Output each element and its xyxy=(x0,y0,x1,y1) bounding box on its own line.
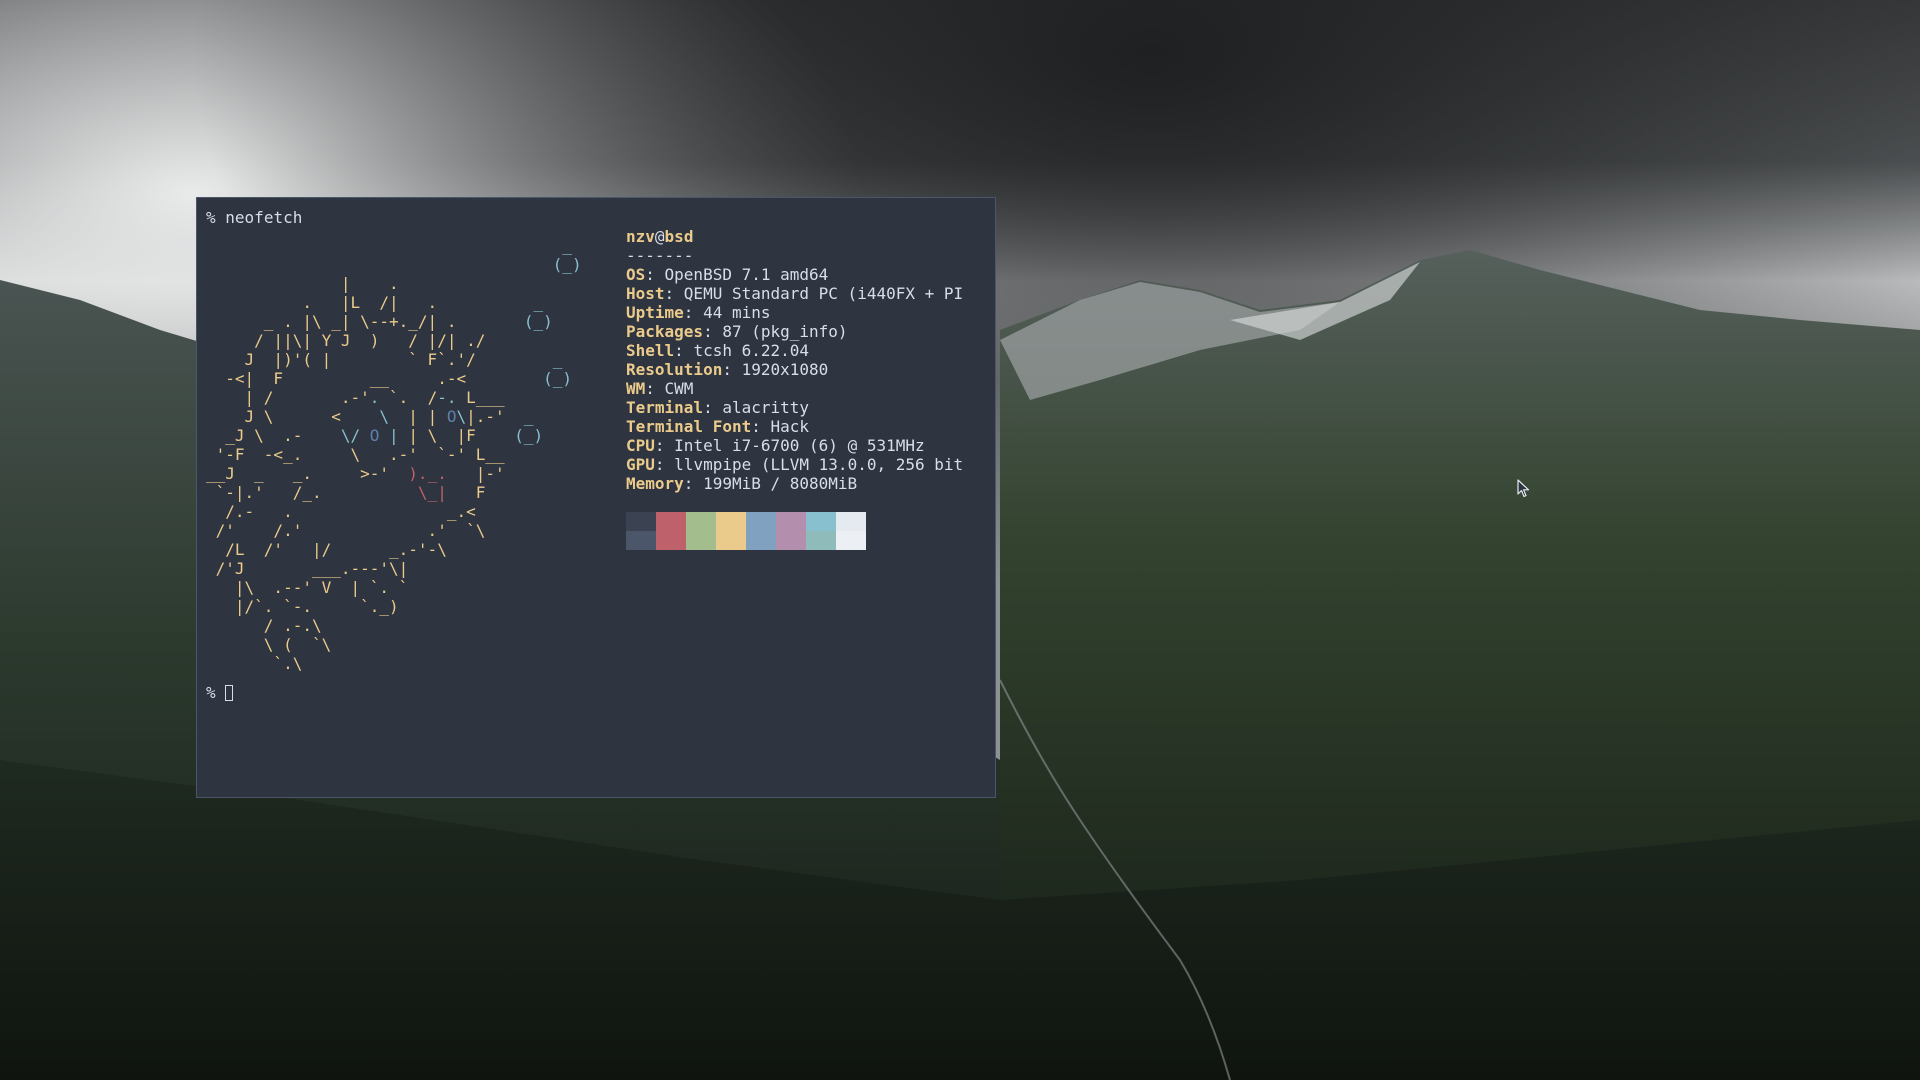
separator-line: ------- xyxy=(626,246,694,265)
command-text: neofetch xyxy=(225,208,303,227)
at-sign: @ xyxy=(654,227,665,246)
palette-swatch xyxy=(656,512,686,531)
info-value: alacritty xyxy=(722,398,810,417)
info-key: GPU xyxy=(626,455,655,474)
info-key: Terminal xyxy=(626,398,704,417)
info-row-resolution: Resolution: 1920x1080 xyxy=(626,360,829,379)
info-key: Resolution xyxy=(626,360,723,379)
info-value: llvmpipe (LLVM 13.0.0, 256 bit xyxy=(674,455,964,474)
info-row-shell: Shell: tcsh 6.22.04 xyxy=(626,341,810,360)
info-row-terminal-font: Terminal Font: Hack xyxy=(626,417,810,436)
info-key: Packages xyxy=(626,322,704,341)
palette-swatch xyxy=(716,531,746,550)
info-value: 87 (pkg_info) xyxy=(722,322,848,341)
info-value: CWM xyxy=(664,379,694,398)
info-value: tcsh 6.22.04 xyxy=(693,341,810,360)
palette-swatch xyxy=(806,531,836,550)
info-key: OS xyxy=(626,265,646,284)
palette-swatch xyxy=(746,531,776,550)
username: nzv xyxy=(626,227,655,246)
info-value: 199MiB / 8080MiB xyxy=(703,474,858,493)
info-row-packages: Packages: 87 (pkg_info) xyxy=(626,322,848,341)
color-palette xyxy=(626,512,866,550)
user-host: nzv@bsd xyxy=(626,227,963,246)
info-row-os: OS: OpenBSD 7.1 amd64 xyxy=(626,265,829,284)
input-line[interactable]: % xyxy=(206,683,233,702)
info-value: Hack xyxy=(770,417,810,436)
prompt-symbol: % xyxy=(206,683,216,702)
prompt-symbol: % xyxy=(206,208,216,227)
info-key: Shell xyxy=(626,341,675,360)
palette-swatch xyxy=(716,512,746,531)
info-key: Uptime xyxy=(626,303,684,322)
palette-swatch xyxy=(686,512,716,531)
info-key: Host xyxy=(626,284,665,303)
openbsd-ascii-logo: _ (_) | . . |L /| . _ _ . |\ _| \--+._/|… xyxy=(206,236,582,673)
info-row-gpu: GPU: llvmpipe (LLVM 13.0.0, 256 bit xyxy=(626,455,964,474)
terminal-window[interactable]: % neofetch _ (_) | . . |L /| . _ _ . |\ … xyxy=(196,197,996,798)
info-value: Intel i7-6700 (6) @ 531MHz xyxy=(674,436,925,455)
info-key: Terminal Font xyxy=(626,417,752,436)
palette-swatch xyxy=(626,531,656,550)
command-line: % neofetch xyxy=(206,208,302,227)
palette-swatch xyxy=(746,512,776,531)
text-cursor xyxy=(224,685,233,701)
info-value: 44 mins xyxy=(703,303,771,322)
palette-swatch xyxy=(776,531,806,550)
palette-swatch xyxy=(686,531,716,550)
mouse-pointer-icon xyxy=(1517,479,1531,504)
info-row-cpu: CPU: Intel i7-6700 (6) @ 531MHz xyxy=(626,436,925,455)
palette-swatch xyxy=(836,531,866,550)
palette-swatch xyxy=(776,512,806,531)
info-value: QEMU Standard PC (i440FX + PI xyxy=(683,284,964,303)
palette-swatch xyxy=(656,531,686,550)
info-key: CPU xyxy=(626,436,655,455)
info-row-terminal: Terminal: alacritty xyxy=(626,398,810,417)
palette-swatch xyxy=(806,512,836,531)
info-row-host: Host: QEMU Standard PC (i440FX + PI xyxy=(626,284,964,303)
info-value: OpenBSD 7.1 amd64 xyxy=(664,265,829,284)
info-row-uptime: Uptime: 44 mins xyxy=(626,303,771,322)
hostname: bsd xyxy=(664,227,694,246)
info-row-memory: Memory: 199MiB / 8080MiB xyxy=(626,474,858,493)
info-row-wm: WM: CWM xyxy=(626,379,694,398)
system-info: nzv@bsd ------- OS: OpenBSD 7.1 amd64 Ho… xyxy=(626,227,963,493)
info-key: WM xyxy=(626,379,646,398)
info-key: Memory xyxy=(626,474,684,493)
info-value: 1920x1080 xyxy=(741,360,829,379)
palette-swatch xyxy=(626,512,656,531)
palette-swatch xyxy=(836,512,866,531)
